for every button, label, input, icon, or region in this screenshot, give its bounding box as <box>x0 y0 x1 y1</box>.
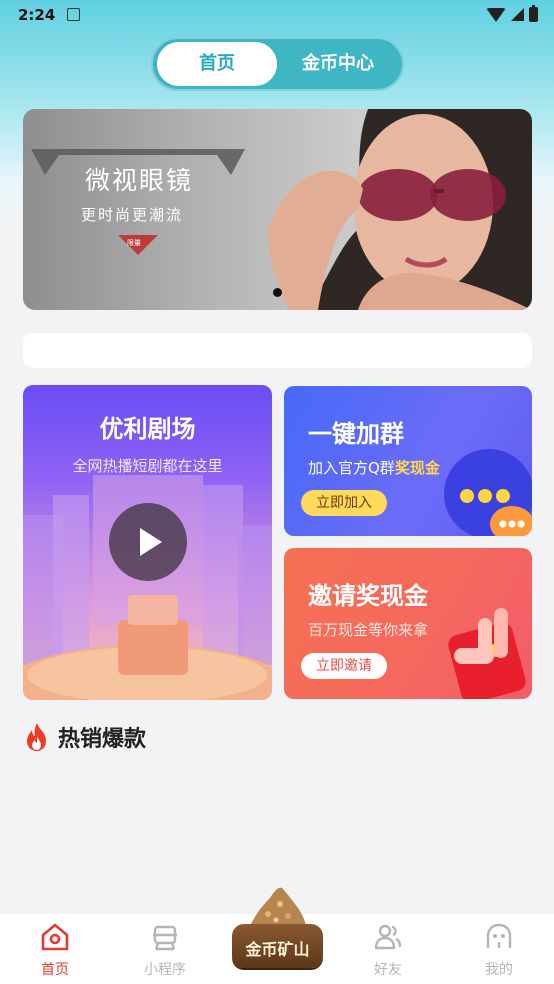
tab-coin-center[interactable]: 金币中心 <box>278 42 398 86</box>
group-card-title: 一键加群 <box>308 420 404 448</box>
banner-title: 微视眼镜 <box>85 166 194 195</box>
wifi-icon <box>486 7 506 22</box>
banner-tag: 限量 <box>127 239 141 247</box>
drama-theater-card[interactable]: 优利剧场 全网热播短剧都在这里 <box>23 385 272 700</box>
coin-mine-button[interactable]: 金币矿山 <box>231 884 325 970</box>
bottom-tab-home-label: 首页 <box>41 962 69 978</box>
coin-mine-label: 金币矿山 <box>245 940 310 959</box>
tab-home[interactable]: 首页 <box>157 42 277 86</box>
bottom-tab-me[interactable]: 我的 <box>444 914 554 984</box>
bottom-tab-home[interactable]: 首页 <box>0 914 110 984</box>
invite-card[interactable]: 邀请奖现金 百万现金等你来拿 立即邀请 <box>284 548 532 699</box>
status-time: 2:24 <box>18 6 56 24</box>
signal-icon <box>511 8 524 21</box>
promo-banner[interactable]: 微视眼镜 更时尚更潮流 限量 <box>23 109 532 310</box>
fire-icon <box>27 723 46 751</box>
banner-page-indicator <box>273 288 282 297</box>
join-now-button[interactable]: 立即加入 <box>301 490 387 516</box>
banner-model-image <box>267 109 532 310</box>
bottom-tab-friends[interactable]: 好友 <box>333 914 443 984</box>
play-icon[interactable] <box>109 503 187 581</box>
red-envelope-hand-icon <box>448 608 526 699</box>
chat-bubble-icon <box>444 449 532 536</box>
drama-card-subtitle: 全网热播短剧都在这里 <box>72 457 223 475</box>
drama-card-title: 优利剧场 <box>99 415 196 443</box>
notification-icon <box>67 8 80 21</box>
group-card-subtitle: 加入官方Q群奖现金 <box>308 457 440 478</box>
group-subtitle-highlight: 奖现金 <box>394 459 440 477</box>
bottom-tab-friends-label: 好友 <box>374 962 402 978</box>
invite-card-title: 邀请奖现金 <box>308 582 428 610</box>
coin-pile-icon <box>250 887 306 926</box>
bottom-tab-mini-program-label: 小程序 <box>144 962 186 978</box>
home-icon <box>41 923 69 951</box>
battery-icon <box>529 5 538 22</box>
status-icons <box>486 5 538 22</box>
hot-section-header: 热销爆款 <box>24 722 146 752</box>
mini-program-icon <box>153 925 177 951</box>
invite-now-button[interactable]: 立即邀请 <box>301 653 387 679</box>
status-bar: 2:24 <box>0 0 554 32</box>
group-subtitle-text: 加入官方Q群 <box>308 459 395 477</box>
join-group-card[interactable]: 一键加群 加入官方Q群奖现金 立即加入 <box>284 386 532 536</box>
bottom-tab-mini-program[interactable]: 小程序 <box>110 914 220 984</box>
notice-bar[interactable] <box>23 333 532 368</box>
top-tab-switcher: 首页 金币中心 <box>151 37 404 91</box>
invite-card-subtitle: 百万现金等你来拿 <box>308 621 429 639</box>
bottom-tab-me-label: 我的 <box>485 962 513 978</box>
friends-icon <box>374 924 402 950</box>
hot-section-title: 热销爆款 <box>58 727 147 752</box>
profile-icon <box>486 923 512 948</box>
banner-subtitle: 更时尚更潮流 <box>81 206 184 224</box>
